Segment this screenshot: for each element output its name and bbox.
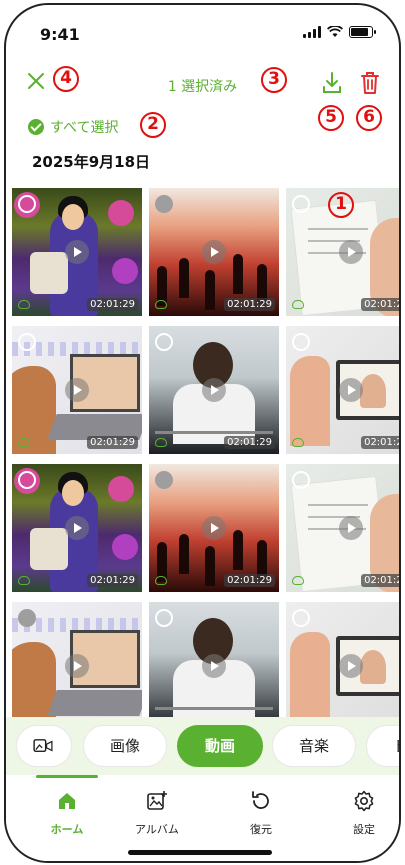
cloud-icon: [155, 300, 167, 309]
select-circle[interactable]: [155, 195, 173, 213]
play-icon: [202, 240, 226, 264]
video-gallery-icon: [33, 739, 53, 753]
video-thumbnail[interactable]: 02:01:29: [149, 188, 279, 316]
selection-header: 4 1 選択済み 3 5 6: [6, 63, 399, 131]
marker-5: 5: [318, 105, 344, 131]
play-icon: [339, 516, 363, 540]
cloud-icon: [155, 576, 167, 585]
duration-label: 02:01:29: [224, 436, 275, 449]
marker-6: 6: [356, 105, 382, 131]
video-thumbnail[interactable]: [149, 602, 279, 728]
selection-count-label: 1 選択済み: [167, 79, 238, 95]
trash-icon[interactable]: [358, 69, 382, 97]
cloud-icon: [155, 438, 167, 447]
select-circle[interactable]: [18, 609, 36, 627]
nav-restore-label: 復元: [250, 823, 272, 836]
home-indicator[interactable]: [128, 850, 272, 855]
category-bar: 画像 動画 音楽 ドキ: [6, 717, 399, 775]
category-all-media[interactable]: [16, 725, 72, 767]
duration-label: 02:01:29: [87, 436, 138, 449]
play-icon: [65, 240, 89, 264]
nav-album[interactable]: アルバム: [117, 789, 197, 837]
nav-settings-label: 設定: [353, 823, 375, 836]
video-thumbnail[interactable]: [12, 602, 142, 728]
marker-2: 2: [140, 112, 166, 138]
gear-icon: [354, 790, 374, 812]
select-circle[interactable]: [18, 195, 36, 213]
nav-settings[interactable]: 設定: [324, 789, 399, 837]
duration-label: 02:01:29: [361, 298, 399, 311]
phone-frame: 9:41 4 1 選択済み 3 5 6 すべて選択 2 2025年9月18日 0…: [4, 3, 401, 863]
select-circle[interactable]: [18, 333, 36, 351]
video-thumbnail[interactable]: 02:01:29: [12, 464, 142, 592]
home-icon: [59, 793, 75, 809]
select-circle[interactable]: [292, 471, 310, 489]
video-thumbnail[interactable]: 02:01:29: [149, 326, 279, 454]
cloud-icon: [18, 576, 30, 585]
video-thumbnail[interactable]: 02:01:29: [12, 188, 142, 316]
select-circle[interactable]: [292, 195, 310, 213]
category-document[interactable]: ドキ: [366, 725, 399, 767]
select-circle[interactable]: [292, 609, 310, 627]
category-music[interactable]: 音楽: [272, 725, 356, 767]
select-all-button[interactable]: すべて選択: [28, 117, 118, 137]
select-circle[interactable]: [155, 609, 173, 627]
video-thumbnail[interactable]: 02:01:29: [286, 326, 399, 454]
cloud-icon: [292, 438, 304, 447]
check-circle-icon: [28, 119, 44, 135]
play-icon: [202, 378, 226, 402]
nav-album-label: アルバム: [135, 823, 179, 836]
select-circle[interactable]: [155, 471, 173, 489]
cloud-icon: [18, 438, 30, 447]
category-video[interactable]: 動画: [177, 725, 263, 767]
play-icon: [339, 240, 363, 264]
duration-label: 02:01:29: [361, 436, 399, 449]
marker-1: 1: [328, 192, 354, 218]
album-add-icon: [147, 791, 167, 810]
play-icon: [65, 516, 89, 540]
play-icon: [65, 378, 89, 402]
select-all-label: すべて選択: [50, 120, 119, 136]
duration-label: 02:01:29: [224, 574, 275, 587]
date-header: 2025年9月18日: [32, 153, 151, 171]
cloud-icon: [292, 576, 304, 585]
status-bar: 9:41: [6, 5, 399, 49]
select-circle[interactable]: [18, 471, 36, 489]
select-circle[interactable]: [292, 333, 310, 351]
video-thumbnail[interactable]: 02:01:29: [286, 464, 399, 592]
cloud-icon: [292, 300, 304, 309]
video-thumbnail[interactable]: [286, 602, 399, 728]
battery-icon: [349, 26, 376, 38]
nav-active-indicator: [36, 775, 98, 778]
play-icon: [202, 516, 226, 540]
duration-label: 02:01:29: [361, 574, 399, 587]
media-grid: 02:01:29 02:01:29 02:01: 1 02:01:29 02:0…: [10, 188, 399, 728]
play-icon: [339, 654, 363, 678]
select-circle[interactable]: [155, 333, 173, 351]
nav-restore[interactable]: 復元: [221, 789, 301, 837]
marker-3: 3: [261, 67, 287, 93]
duration-label: 02:01:29: [224, 298, 275, 311]
download-icon[interactable]: [320, 69, 344, 97]
video-thumbnail[interactable]: 02:01:29: [12, 326, 142, 454]
wifi-icon: [327, 26, 343, 37]
duration-label: 02:01:29: [87, 574, 138, 587]
nav-home-label: ホーム: [50, 823, 84, 836]
signal-icon: [303, 26, 321, 38]
play-icon: [339, 378, 363, 402]
category-image[interactable]: 画像: [83, 725, 167, 767]
cloud-icon: [18, 300, 30, 309]
nav-home[interactable]: ホーム: [27, 789, 107, 837]
duration-label: 02:01:29: [87, 298, 138, 311]
play-icon: [65, 654, 89, 678]
play-icon: [202, 654, 226, 678]
video-thumbnail[interactable]: 02:01:29: [149, 464, 279, 592]
status-icons: [303, 26, 376, 38]
status-time: 9:41: [40, 25, 80, 44]
restore-icon: [252, 791, 269, 809]
